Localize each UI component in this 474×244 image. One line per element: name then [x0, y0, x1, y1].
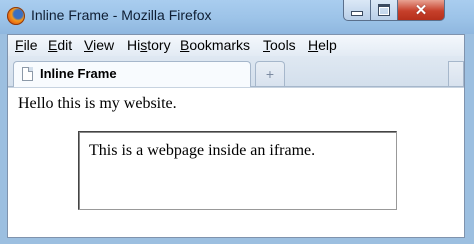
- minimize-button[interactable]: [343, 0, 371, 21]
- tab-label: Inline Frame: [40, 66, 117, 81]
- menu-file[interactable]: File: [15, 37, 38, 53]
- page-icon: [22, 67, 33, 81]
- iframe[interactable]: This is a webpage inside an iframe.: [78, 131, 397, 210]
- page-content: Hello this is my website. This is a webp…: [8, 87, 464, 237]
- page-text: Hello this is my website.: [18, 95, 177, 112]
- menu-tools[interactable]: Tools: [263, 37, 296, 53]
- window-title: Inline Frame - Mozilla Firefox: [31, 7, 212, 23]
- firefox-icon[interactable]: [7, 7, 25, 25]
- menu-help[interactable]: Help: [308, 37, 337, 53]
- tab-strip: Inline Frame +: [8, 56, 464, 87]
- minimize-icon: [351, 11, 363, 16]
- title-bar: Inline Frame - Mozilla Firefox ✕: [0, 0, 474, 34]
- menu-bar: File Edit View History Bookmarks Tools H…: [8, 35, 464, 56]
- browser-frame: File Edit View History Bookmarks Tools H…: [7, 34, 465, 238]
- close-button[interactable]: ✕: [398, 0, 445, 21]
- tab-list-button[interactable]: [448, 61, 464, 86]
- menu-view[interactable]: View: [84, 37, 114, 53]
- menu-edit[interactable]: Edit: [48, 37, 72, 53]
- maximize-button[interactable]: [371, 0, 398, 21]
- menu-bookmarks[interactable]: Bookmarks: [180, 37, 250, 53]
- maximize-icon: [378, 4, 390, 16]
- iframe-text: This is a webpage inside an iframe.: [89, 142, 316, 159]
- new-tab-button[interactable]: +: [255, 61, 285, 86]
- menu-history[interactable]: History: [127, 37, 171, 53]
- plus-icon: +: [265, 66, 275, 82]
- tab-inline-frame[interactable]: Inline Frame: [13, 61, 251, 87]
- close-icon: ✕: [414, 1, 428, 19]
